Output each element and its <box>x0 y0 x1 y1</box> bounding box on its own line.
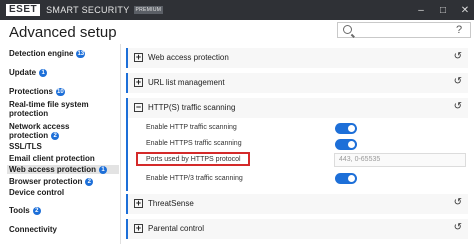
sidebar-item-label: Real-time file system protection <box>9 100 89 118</box>
count-badge: 2 <box>51 131 60 140</box>
product-name: SMART SECURITY <box>46 5 130 15</box>
sidebar-item-label: Detection engine <box>9 49 74 58</box>
page-title: Advanced setup <box>9 24 117 41</box>
enable-http-scanning-toggle[interactable] <box>335 123 357 134</box>
reset-icon[interactable]: ↺ <box>454 101 462 112</box>
section-title: Web access protection <box>148 53 229 62</box>
collapse-icon[interactable]: − <box>134 103 143 112</box>
enable-http3-scanning-label: Enable HTTP/3 traffic scanning <box>146 175 243 182</box>
count-badge: 1 <box>39 68 48 77</box>
expand-icon[interactable]: + <box>134 199 143 208</box>
sidebar-item-email-client-protection[interactable]: Email client protection <box>9 154 95 163</box>
count-badge: 1 <box>99 165 107 174</box>
enable-http-scanning-label: Enable HTTP traffic scanning <box>146 124 237 131</box>
sidebar-item-web-access-protection[interactable]: Web access protection 1 <box>7 165 119 174</box>
sidebar-item-label: Connectivity <box>9 225 58 234</box>
enable-https-scanning-toggle[interactable] <box>335 139 357 150</box>
minimize-button[interactable]: – <box>416 5 426 16</box>
sidebar-item-update[interactable]: Update 1 <box>9 68 48 77</box>
section-threatsense[interactable]: + ThreatSense ↺ <box>126 194 468 214</box>
sidebar-item-label: Browser protection <box>9 177 83 186</box>
sidebar-item-tools[interactable]: Tools 2 <box>9 206 41 215</box>
section-title: ThreatSense <box>148 199 194 208</box>
count-badge: 13 <box>76 49 86 58</box>
sidebar-item-label: Web access protection <box>9 165 96 174</box>
maximize-button[interactable]: □ <box>438 5 448 16</box>
edition-badge: PREMIUM <box>133 6 164 14</box>
section-url-list-management[interactable]: + URL list management ↺ <box>126 73 468 93</box>
expand-icon[interactable]: + <box>134 224 143 233</box>
count-badge: 2 <box>85 177 94 186</box>
help-button[interactable]: ? <box>449 24 469 38</box>
section-https-traffic-scanning[interactable]: − HTTP(S) traffic scanning ↺ <box>126 98 468 118</box>
expand-icon[interactable]: + <box>134 78 143 87</box>
reset-icon[interactable]: ↺ <box>454 76 462 87</box>
eset-logo: ESET <box>6 4 41 16</box>
expand-icon[interactable]: + <box>134 53 143 62</box>
reset-icon[interactable]: ↺ <box>454 222 462 233</box>
search-icon <box>343 25 352 34</box>
sidebar-item-real-time-protection[interactable]: Real-time file system protection <box>9 100 109 118</box>
sidebar-item-browser-protection[interactable]: Browser protection 2 <box>9 177 94 186</box>
sidebar-item-detection-engine[interactable]: Detection engine 13 <box>9 49 86 58</box>
sidebar-item-device-control[interactable]: Device control <box>9 188 64 197</box>
section-title: URL list management <box>148 78 225 87</box>
sidebar-item-ssl-tls[interactable]: SSL/TLS <box>9 142 42 151</box>
main-panel: + Web access protection ↺ + URL list man… <box>126 44 474 244</box>
count-badge: 10 <box>56 87 65 96</box>
window-controls: – □ ✕ <box>416 0 470 20</box>
count-badge: 2 <box>32 206 41 215</box>
sidebar-item-connectivity[interactable]: Connectivity <box>9 225 57 234</box>
sidebar: Detection engine 13 Update 1 Protections 10… <box>0 44 120 244</box>
close-button[interactable]: ✕ <box>460 5 470 16</box>
sidebar-item-label: Email client protection <box>9 154 95 163</box>
sidebar-item-network-access-protection[interactable]: Network access protection 2 <box>9 122 83 140</box>
section-web-access-protection[interactable]: + Web access protection ↺ <box>126 48 468 68</box>
https-ports-field[interactable]: 443, 0-65535 <box>334 153 466 167</box>
section-parental-control[interactable]: + Parental control ↺ <box>126 219 468 239</box>
sidebar-item-label: Tools <box>9 206 30 215</box>
sidebar-item-label: Update <box>9 68 37 77</box>
title-bar: ESET SMART SECURITY PREMIUM – □ ✕ <box>0 0 474 20</box>
sidebar-item-label: SSL/TLS <box>9 142 42 151</box>
section-title: Parental control <box>148 224 205 233</box>
https-ports-label: Ports used by HTTPS protocol <box>146 156 241 163</box>
section-title: HTTP(S) traffic scanning <box>148 103 236 112</box>
sidebar-item-label: Network access protection <box>9 122 70 140</box>
reset-icon[interactable]: ↺ <box>454 51 462 62</box>
reset-icon[interactable]: ↺ <box>454 197 462 208</box>
enable-https-scanning-label: Enable HTTPS traffic scanning <box>146 140 242 147</box>
sidebar-item-protections[interactable]: Protections 10 <box>9 87 65 96</box>
sidebar-item-label: Device control <box>9 188 65 197</box>
enable-http3-scanning-toggle[interactable] <box>335 173 357 184</box>
sidebar-divider <box>120 44 121 244</box>
sidebar-item-label: Protections <box>9 87 54 96</box>
